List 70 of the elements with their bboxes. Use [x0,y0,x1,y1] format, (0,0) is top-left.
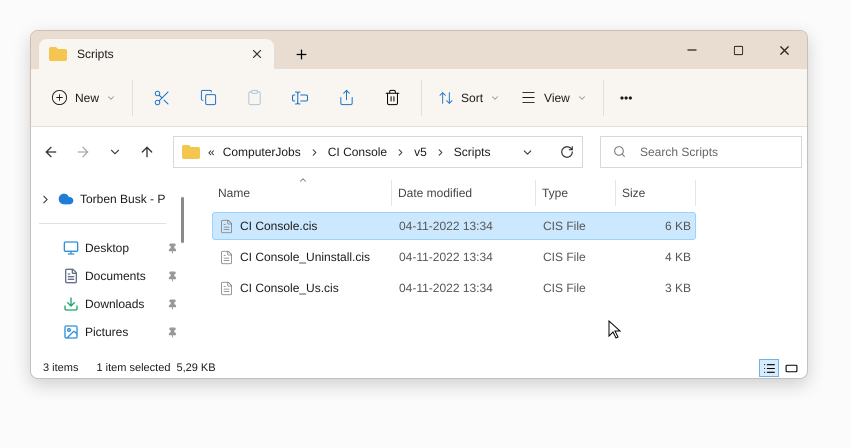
text-cursor-icon [291,88,310,106]
file-icon [219,280,234,296]
plus-circle-icon [51,89,68,106]
overflow-chevron[interactable]: « [208,145,215,159]
pictures-icon [63,324,79,340]
cloud-icon [58,191,74,207]
file-row[interactable]: CI Console_Uninstall.cis 04-11-2022 13:34 CIS File 4 KB [212,243,696,271]
sort-arrows-icon [438,90,454,106]
column-header[interactable]: Size [616,180,696,206]
arrow-right-icon [75,144,91,160]
selection-info: 1 item selected [96,362,170,374]
share-icon [338,89,355,106]
table-cell-text: 04-11-2022 13:34 [398,250,494,264]
file-icon [219,250,234,264]
table-cell-text: 04-11-2022 13:34 [398,281,494,295]
folder-icon [49,47,67,61]
file-row[interactable]: CI Console_Us.cis 04-11-2022 13:34 CIS File 3 KB [212,274,696,302]
details-view-icon [762,362,776,374]
trash-icon [384,89,401,106]
table-cell-text: CIS File [542,250,587,264]
desktop-icon [63,240,79,256]
tiles-view-icon [784,362,798,374]
tab[interactable]: Scripts [39,39,274,69]
breadcrumb[interactable]: Scripts [454,145,490,159]
file-name: CI Console_Us.cis [240,281,339,295]
new-button[interactable]: New [41,80,126,116]
file-icon [219,218,234,234]
close-icon[interactable] [250,47,264,61]
mouse-pointer-icon [608,320,622,340]
table-cell-text: 6 KB [664,219,692,233]
documents-icon [63,268,79,284]
column-header[interactable]: Date modified [392,180,536,206]
details-view-button[interactable] [759,359,779,377]
table-cell-text: CIS File [542,219,587,233]
view-button[interactable]: View [510,80,597,116]
sidebar-item[interactable]: Pictures [31,318,178,346]
sort-button[interactable]: Sort [428,80,510,116]
table-cell-text: 4 KB [664,250,692,264]
plus-icon [294,46,309,62]
more-button[interactable]: ••• [610,80,642,116]
copy-icon [200,89,217,106]
column-header[interactable]: Type [536,180,616,206]
refresh-icon[interactable] [560,145,574,159]
clipboard-icon [246,89,263,106]
breadcrumb[interactable]: ComputerJobs [222,145,301,159]
lines-icon [520,89,538,106]
arrow-left-icon [43,144,59,160]
sidebar-item[interactable]: Downloads [31,290,178,318]
file-name: CI Console_Uninstall.cis [240,250,370,264]
selection-size: 5,29 KB [176,362,216,374]
table-cell-text: CIS File [542,281,587,295]
folder-icon [182,145,200,159]
maximize-icon [732,44,744,56]
file-row[interactable]: CI Console.cis 04-11-2022 13:34 CIS File 6 KB [212,212,696,240]
address-bar[interactable]: « ComputerJobs CI Console v5 Scripts [173,136,583,168]
scrollbar-thumb[interactable] [180,197,184,243]
sidebar-item[interactable]: Torben Busk - P [31,185,178,213]
search-icon [613,145,626,158]
file-name: CI Console.cis [240,219,318,233]
table-cell-text: 3 KB [664,281,692,295]
sidebar-item[interactable]: Desktop [31,234,178,262]
breadcrumb[interactable]: v5 [414,145,427,159]
sidebar-item[interactable]: Documents [31,262,178,290]
scissors-icon [153,88,172,106]
column-header[interactable]: Name [212,180,392,206]
breadcrumb[interactable]: CI Console [328,145,388,159]
item-count: 3 items [43,362,78,374]
search-field[interactable]: Search Scripts [600,136,802,168]
table-cell-text: 04-11-2022 13:34 [398,219,494,233]
downloads-icon [63,296,79,312]
